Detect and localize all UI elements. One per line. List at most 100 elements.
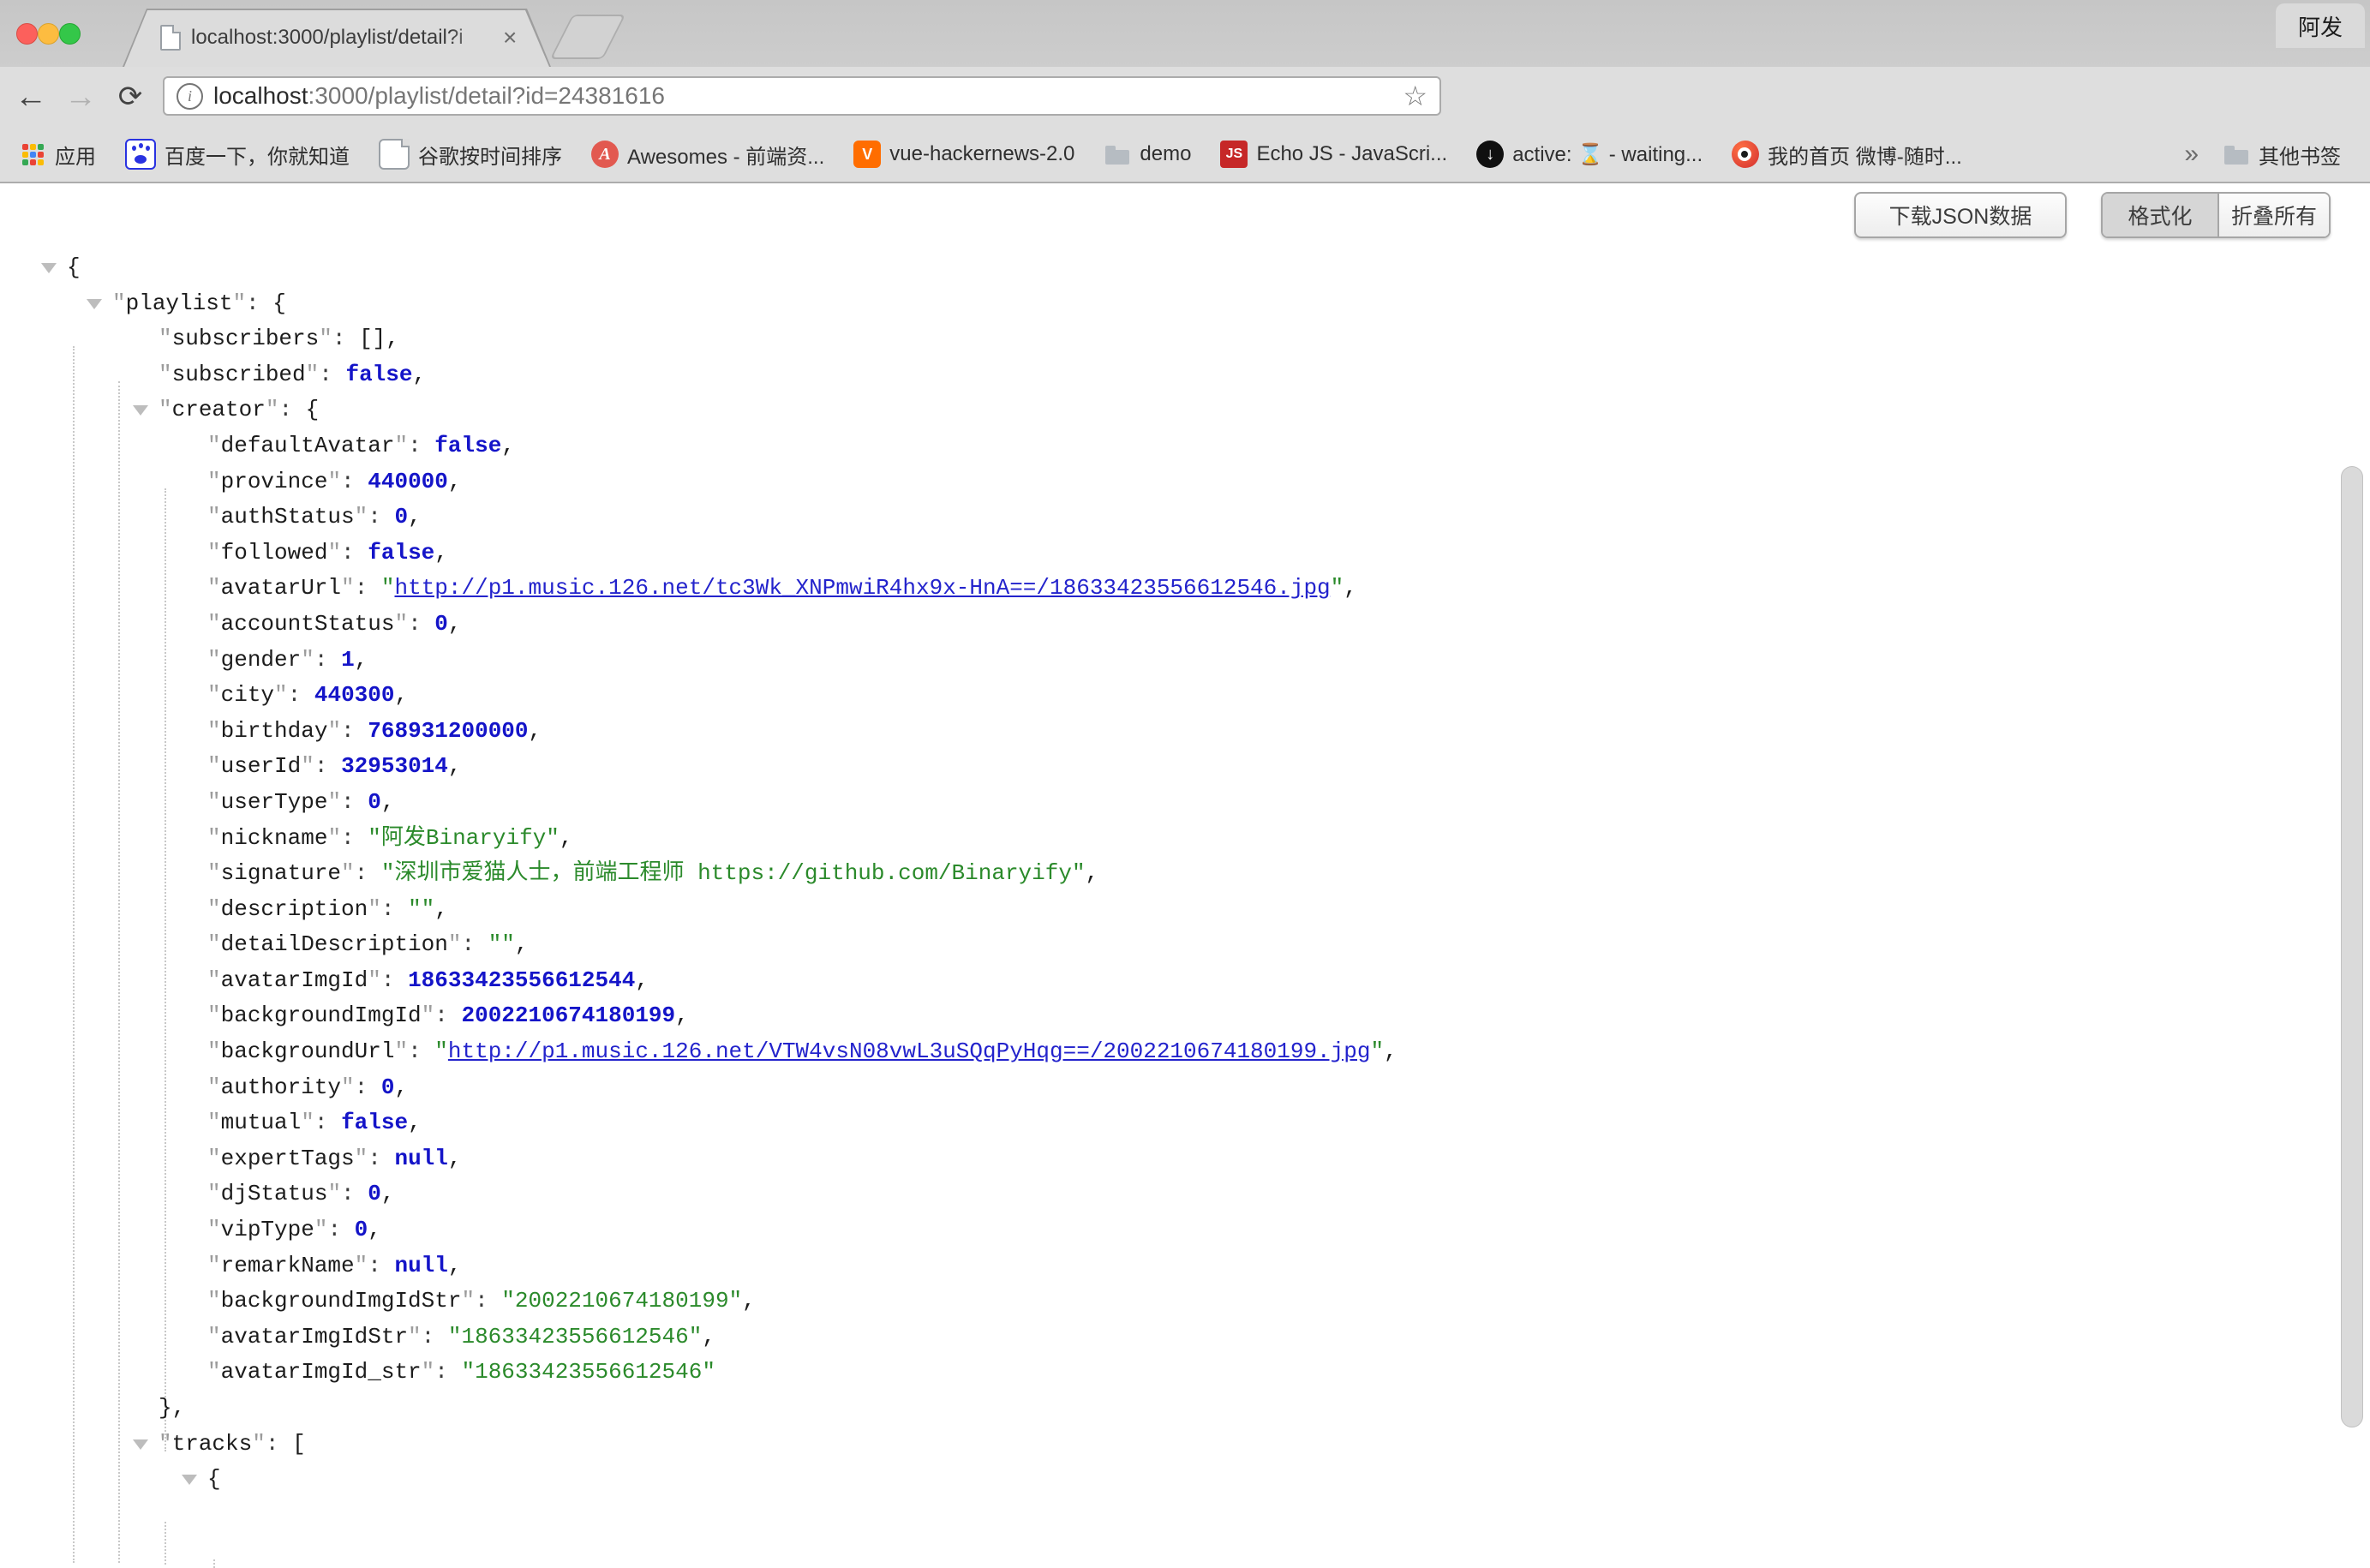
other-bookmarks-folder[interactable]: 其他书签 (2223, 140, 2341, 170)
json-comma: , (1086, 860, 1099, 886)
collapse-arrow-icon[interactable] (133, 1439, 148, 1450)
json-quote: " (207, 469, 221, 494)
json-value: false (368, 540, 434, 566)
bookmark-item[interactable]: AAwesomes - 前端资... (591, 140, 824, 170)
json-quote: " (207, 753, 221, 779)
json-key: backgroundImgId (221, 1002, 422, 1028)
bookmark-item[interactable]: 谷歌按时间排序 (379, 139, 562, 170)
collapse-arrow-icon[interactable] (182, 1475, 197, 1485)
json-comma: , (394, 682, 408, 708)
json-colon: : (341, 1181, 368, 1206)
page-info-icon[interactable]: i (177, 83, 203, 110)
indent-guide (213, 1559, 215, 1568)
collapse-arrow-icon[interactable] (133, 405, 148, 416)
json-punct: [ (292, 1431, 306, 1457)
json-colon: : (341, 469, 368, 494)
json-quote: " (207, 611, 221, 637)
down-circle-icon: ↓ (1476, 141, 1504, 168)
bookmark-item[interactable]: 应用 (19, 140, 96, 170)
json-quote: " (422, 1359, 435, 1385)
profile-chip[interactable]: 阿发 (2276, 3, 2365, 48)
json-quote: " (355, 504, 368, 530)
json-key: backgroundUrl (221, 1038, 395, 1064)
download-json-button[interactable]: 下载JSON数据 (1854, 192, 2067, 238)
json-colon: : (314, 1110, 341, 1135)
bookmark-item[interactable]: demo (1104, 141, 1191, 168)
json-quote: " (207, 1074, 221, 1100)
json-string: "2002210674180199" (501, 1288, 742, 1314)
tab-active[interactable]: localhost:3000/playlist/detail?i × (123, 9, 551, 67)
bookmark-item[interactable]: JSEcho JS - JavaScri... (1220, 141, 1447, 168)
json-comma: , (368, 1217, 381, 1242)
json-link[interactable]: http://p1.music.126.net/VTW4vsN08vwL3uSQ… (448, 1038, 1371, 1064)
address-bar[interactable]: i localhost:3000/playlist/detail?id=2438… (163, 76, 1441, 116)
page-favicon-icon (160, 25, 181, 51)
json-quote: " (207, 718, 221, 744)
json-row: "remarkName": null, (0, 1248, 2344, 1284)
tab-close-icon[interactable]: × (503, 26, 517, 50)
json-value: 0 (381, 1074, 395, 1100)
json-punct: }, (159, 1395, 185, 1421)
json-quote: " (434, 1038, 448, 1064)
json-comma: , (412, 362, 426, 387)
bookmark-label: demo (1140, 142, 1191, 166)
doc-icon (379, 139, 410, 170)
zoom-window-button[interactable] (59, 23, 81, 45)
json-string: "" (488, 931, 515, 957)
json-quote: " (368, 967, 381, 993)
json-comma: , (742, 1288, 756, 1314)
json-punct: { (272, 290, 286, 316)
json-key: accountStatus (221, 611, 395, 637)
bookmark-label: active: ⌛ - waiting... (1512, 142, 1703, 167)
json-quote: " (274, 682, 288, 708)
vue-icon: V (853, 141, 881, 168)
json-value: 0 (434, 611, 448, 637)
collapse-arrow-icon[interactable] (87, 299, 102, 309)
json-key: userType (221, 789, 328, 815)
format-button[interactable]: 格式化 (2103, 194, 2219, 236)
json-quote: " (207, 433, 221, 458)
json-colon: : (408, 433, 434, 458)
json-quote: " (207, 504, 221, 530)
collapse-all-button[interactable]: 折叠所有 (2219, 194, 2329, 236)
collapse-arrow-icon[interactable] (41, 263, 57, 273)
json-rows: {"playlist": {"subscribers": [],"subscri… (0, 250, 2344, 1498)
json-quote: " (461, 1288, 475, 1314)
json-quote: " (207, 1217, 221, 1242)
json-key: subscribed (172, 362, 306, 387)
json-row: "avatarImgId_str": "18633423556612546" (0, 1355, 2344, 1391)
json-quote: " (207, 1038, 221, 1064)
json-quote: " (207, 1359, 221, 1385)
new-tab-button[interactable] (550, 15, 625, 59)
json-colon: : (327, 1217, 354, 1242)
json-colon: : (246, 290, 272, 316)
json-colon: : (408, 1038, 434, 1064)
bookmark-item[interactable]: ↓ active: ⌛ - waiting... (1476, 141, 1703, 168)
bookmark-item[interactable]: 百度一下，你就知道 (125, 139, 350, 170)
bookmark-star-icon[interactable]: ☆ (1403, 80, 1427, 112)
json-row: "creator": { (0, 392, 2344, 428)
close-window-button[interactable] (16, 23, 38, 45)
json-comma: , (448, 1253, 462, 1278)
url-host: localhost (213, 82, 308, 109)
json-row: "followed": false, (0, 536, 2344, 572)
json-quote: " (207, 931, 221, 957)
forward-button[interactable]: → (58, 67, 103, 127)
json-key: signature (221, 860, 341, 886)
back-button[interactable]: ← (9, 67, 53, 127)
awesome-icon: A (591, 141, 619, 168)
folder-icon (1104, 141, 1131, 168)
json-row: "signature": "深圳市爱猫人士，前端工程师 https://gith… (0, 856, 2344, 892)
json-row: "userType": 0, (0, 785, 2344, 821)
minimize-window-button[interactable] (38, 23, 59, 45)
json-colon: : (475, 1288, 501, 1314)
reload-button[interactable]: ⟳ (108, 67, 153, 127)
bookmark-item[interactable]: 我的首页 微博-随时... (1732, 140, 1962, 170)
json-colon: : (266, 1431, 292, 1457)
bookmark-item[interactable]: Vvue-hackernews-2.0 (853, 141, 1074, 168)
json-colon: : (319, 362, 345, 387)
vertical-scrollbar-thumb[interactable] (2341, 466, 2363, 1427)
bookmark-label: Echo JS - JavaScri... (1256, 142, 1447, 166)
bookmarks-overflow-icon[interactable]: » (2184, 140, 2199, 169)
json-link[interactable]: http://p1.music.126.net/tc3Wk_XNPmwiR4hx… (394, 575, 1330, 601)
